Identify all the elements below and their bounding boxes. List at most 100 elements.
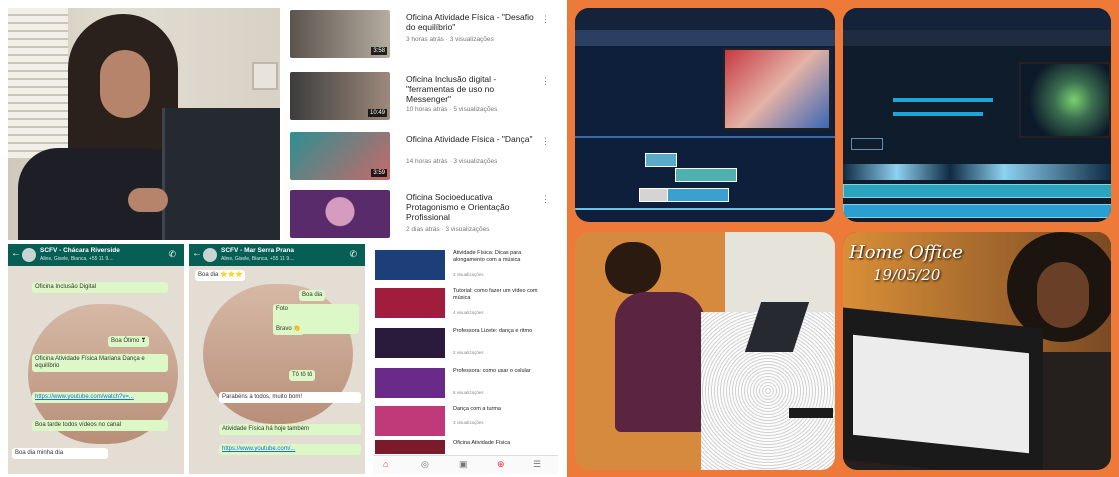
video-item[interactable]: 3:58 Oficina Atividade Física - "Desafio…	[288, 8, 558, 60]
call-icon[interactable]: ✆	[349, 249, 357, 260]
avatar[interactable]	[203, 248, 217, 262]
video-item[interactable]: Professora Lizete: dança e ritmo 2 visua…	[375, 326, 555, 360]
photo-home-office: Home Office 19/05/20	[843, 232, 1111, 470]
add-video-icon[interactable]: ⊕	[497, 459, 505, 470]
whatsapp-chat-2: ← SCFV - Mar Serra Prana Aline, Gisele, …	[189, 244, 365, 474]
photo-video-editor-1	[575, 8, 835, 222]
youtube-video-list: 3:58 Oficina Atividade Física - "Desafio…	[288, 8, 558, 240]
explore-icon[interactable]: ◎	[421, 459, 429, 470]
video-meta: 6 visualizações	[453, 390, 484, 395]
video-thumbnail[interactable]	[290, 190, 390, 238]
video-item[interactable]: Dança com a turma 3 visualizações	[375, 404, 555, 438]
video-thumbnail[interactable]: 10:49	[290, 72, 390, 120]
chat-message: Parabéns a todos, muito bom!	[219, 392, 361, 403]
video-title[interactable]: Tutorial: como fazer um vídeo com música	[453, 288, 549, 301]
chat-message: Bravo 👏	[273, 324, 304, 335]
laptop	[162, 108, 280, 240]
youtube-mobile-list: Atividade Física: Dicas para alongamento…	[373, 244, 558, 474]
video-item[interactable]: 3:59 Oficina Atividade Física - "Dança" …	[288, 130, 558, 182]
chat-name[interactable]: SCFV - Chácara Riverside	[40, 247, 120, 254]
chat-message: Oficina Inclusão Digital	[32, 282, 168, 293]
back-arrow-icon[interactable]: ←	[11, 248, 21, 259]
video-meta: 2 visualizações	[453, 350, 484, 355]
chat-message: Boa tarde todos vídeos no canal	[32, 420, 168, 431]
video-title[interactable]: Professora: como usar o celular	[453, 368, 549, 375]
left-collage: 3:58 Oficina Atividade Física - "Desafio…	[0, 0, 560, 477]
video-thumbnail[interactable]	[375, 368, 445, 398]
video-item[interactable]: Professora: como usar o celular 6 visual…	[375, 366, 555, 400]
more-options-icon[interactable]: ⋮	[541, 76, 550, 87]
more-options-icon[interactable]: ⋮	[541, 14, 550, 25]
video-preview	[723, 48, 831, 130]
home-icon[interactable]: ⌂	[383, 459, 388, 469]
phone	[789, 408, 833, 418]
chat-header: ← SCFV - Chácara Riverside Aline, Gisele…	[8, 244, 184, 266]
photo-video-editor-2	[843, 8, 1111, 222]
timeline-clip[interactable]	[843, 184, 1111, 198]
video-title[interactable]: Oficina Inclusão digital - "ferramentas …	[406, 74, 536, 104]
chat-message: Boa dia	[299, 290, 326, 301]
chat-message: Boa dia ⭐⭐⭐	[195, 270, 246, 281]
home-office-date: 19/05/20	[873, 266, 941, 284]
person-face	[100, 50, 150, 118]
chat-message: Tô tô tô	[289, 370, 316, 381]
timeline-track	[575, 136, 835, 138]
video-title[interactable]: Oficina Atividade Física - "Desafio do e…	[406, 12, 536, 32]
video-duration: 3:59	[371, 169, 387, 177]
whatsapp-chat-1: ← SCFV - Chácara Riverside Aline, Gisele…	[8, 244, 184, 474]
video-title[interactable]: Professora Lizete: dança e ritmo	[453, 328, 549, 335]
library-icon[interactable]: ☰	[533, 459, 541, 470]
video-item[interactable]: Tutorial: como fazer um vídeo com música…	[375, 286, 555, 320]
chat-members: Aline, Gisele, Bianca, +55 11 9....	[40, 256, 114, 262]
editor-titlebar	[575, 8, 835, 30]
chat-link[interactable]: https://www.youtube.com/watch?v=...	[32, 392, 168, 403]
wall-frame	[252, 62, 278, 90]
slider[interactable]	[893, 112, 983, 116]
video-title[interactable]: Dança com a turma	[453, 406, 549, 413]
timeline-waveform	[843, 164, 1111, 180]
more-options-icon[interactable]: ⋮	[541, 194, 550, 205]
video-thumbnail[interactable]	[375, 288, 445, 318]
chat-message: Boa Ótimo ❣	[108, 336, 150, 347]
timeline-clip[interactable]	[675, 168, 737, 182]
timeline-audio	[575, 208, 835, 210]
video-duration: 10:49	[367, 109, 387, 117]
subscriptions-icon[interactable]: ▣	[459, 459, 468, 470]
call-icon[interactable]: ✆	[168, 249, 176, 260]
video-item[interactable]: Atividade Física: Dicas para alongamento…	[375, 248, 555, 282]
video-item[interactable]: Oficina Socioeducativa Protagonismo e Or…	[288, 188, 558, 240]
video-thumbnail[interactable]	[375, 406, 445, 436]
video-thumbnail[interactable]: 3:58	[290, 10, 390, 58]
video-title[interactable]: Atividade Física: Dicas para alongamento…	[453, 250, 549, 263]
chat-members: Aline, Gisele, Bianca, +55 11 9....	[221, 256, 295, 262]
video-title[interactable]: Oficina Atividade Física - "Dança"	[406, 134, 536, 144]
person-face	[1037, 262, 1089, 328]
video-duration: 3:58	[371, 47, 387, 55]
video-thumbnail[interactable]	[375, 440, 445, 454]
slider[interactable]	[893, 98, 993, 102]
avatar[interactable]	[22, 248, 36, 262]
apply-button[interactable]	[851, 138, 883, 150]
timeline-clip[interactable]	[843, 204, 1111, 218]
video-title[interactable]: Oficina Atividade Física	[453, 440, 549, 447]
video-preview	[1019, 62, 1111, 138]
video-meta: 3 visualizações	[453, 272, 484, 277]
video-title[interactable]: Oficina Socioeducativa Protagonismo e Or…	[406, 192, 536, 222]
person-body	[615, 292, 705, 432]
chat-message: Atividade Física há hoje também	[219, 424, 361, 435]
video-item[interactable]: 10:49 Oficina Inclusão digital - "ferram…	[288, 70, 558, 122]
chat-header: ← SCFV - Mar Serra Prana Aline, Gisele, …	[189, 244, 365, 266]
video-meta: 4 visualizações	[453, 310, 484, 315]
timeline-clip[interactable]	[645, 153, 677, 167]
video-thumbnail[interactable]	[375, 250, 445, 280]
video-thumbnail[interactable]	[375, 328, 445, 358]
video-thumbnail[interactable]: 3:59	[290, 132, 390, 180]
monitor-screen	[853, 334, 1029, 454]
chat-name[interactable]: SCFV - Mar Serra Prana	[221, 247, 294, 254]
timeline-clip[interactable]	[639, 188, 669, 202]
chat-link[interactable]: https://www.youtube.com/...	[219, 444, 361, 455]
more-options-icon[interactable]: ⋮	[541, 136, 550, 147]
timeline-clip[interactable]	[667, 188, 729, 202]
editor-titlebar	[843, 8, 1111, 30]
back-arrow-icon[interactable]: ←	[192, 248, 202, 259]
